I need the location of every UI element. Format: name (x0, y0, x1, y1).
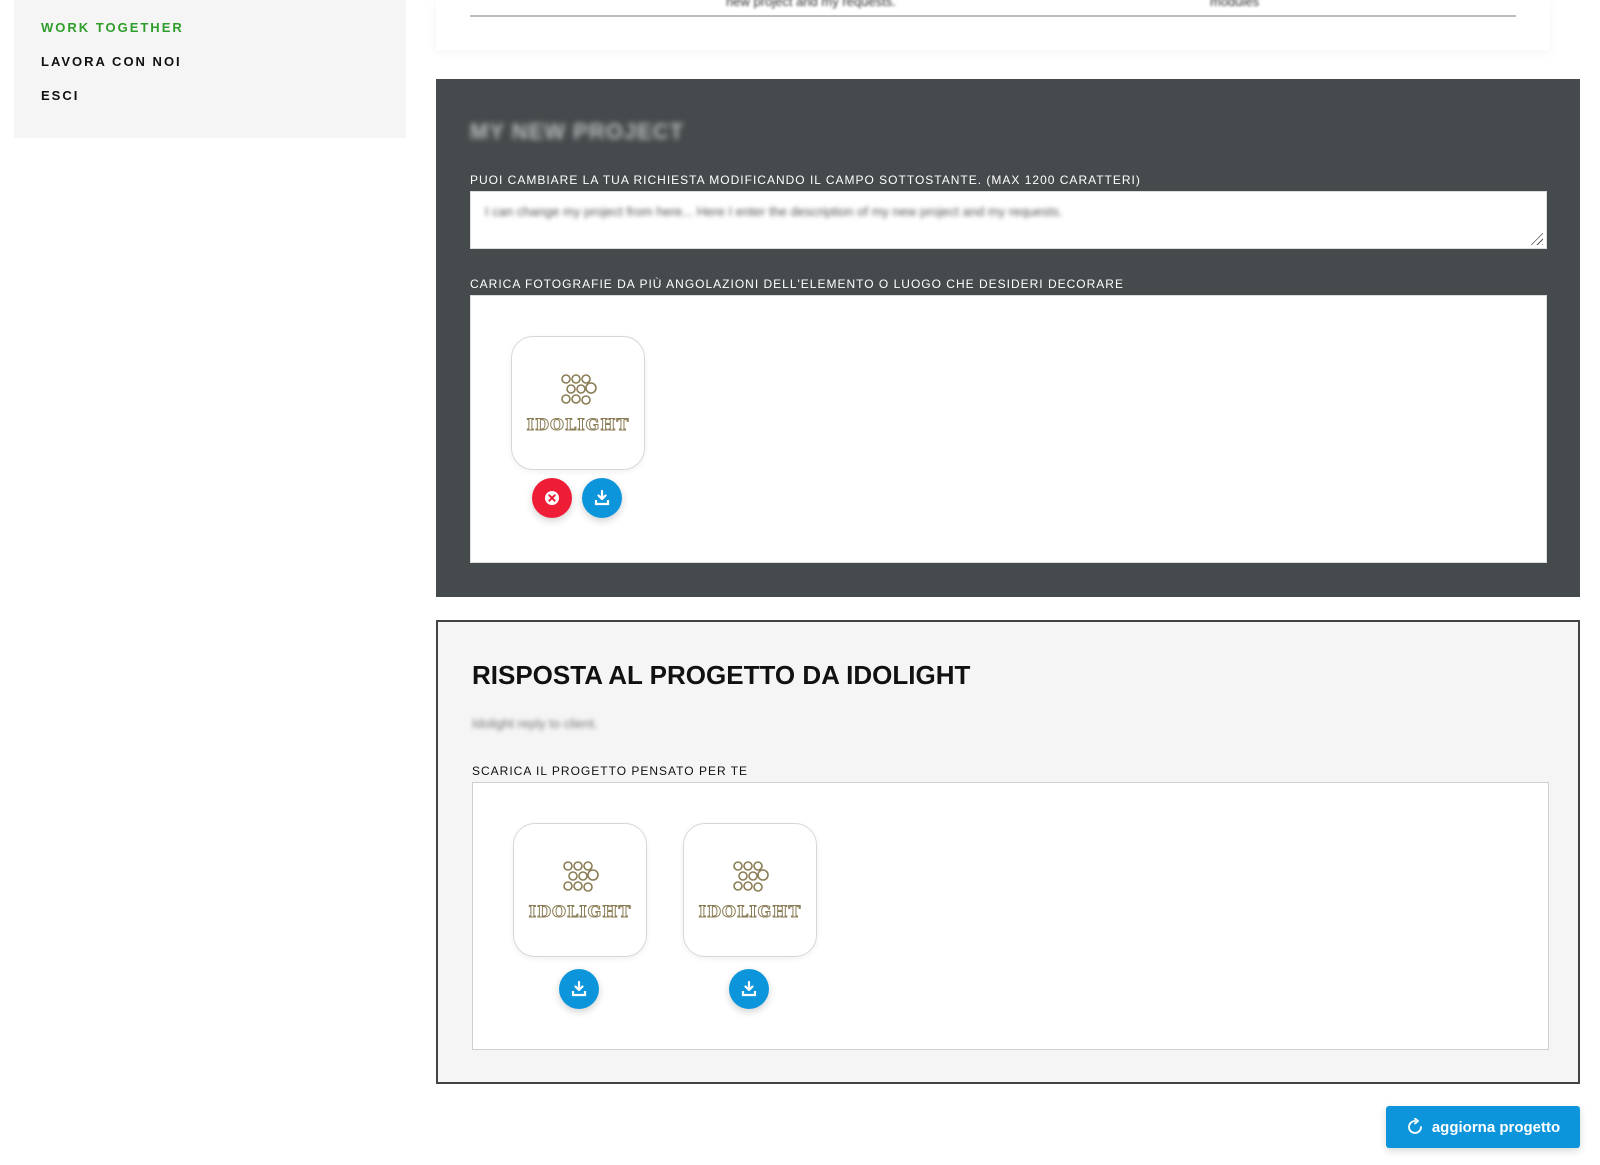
file-thumbnail[interactable]: IDOLIGHT (683, 823, 817, 957)
download-file-button[interactable] (559, 969, 599, 1009)
page: WORK TOGETHER LAVORA CON NOI ESCI new pr… (0, 0, 1600, 1165)
project-title: MY NEW PROJECT (470, 119, 685, 144)
delete-photo-button[interactable] (532, 478, 572, 518)
idolight-logo (563, 861, 599, 892)
idolight-logo (561, 374, 597, 405)
sidebar-item-work-together[interactable]: WORK TOGETHER (41, 18, 406, 52)
table-row: new project and my requests. modules (470, 0, 1516, 17)
update-project-button[interactable]: aggiorna progetto (1386, 1106, 1580, 1148)
description-value: I can change my project from here... Her… (485, 204, 1063, 219)
logo-text: IDOLIGHT (698, 902, 802, 922)
download-icon (741, 981, 757, 997)
update-project-label: aggiorna progetto (1431, 1118, 1561, 1136)
project-files-area: IDOLIGHT IDOLIGHT (472, 782, 1549, 1050)
table-cell-status: modules (1210, 0, 1260, 9)
project-edit-panel: MY NEW PROJECT PUOI CAMBIARE LA TUA RICH… (436, 79, 1580, 597)
resize-handle[interactable] (1529, 231, 1543, 245)
sidebar: WORK TOGETHER LAVORA CON NOI ESCI (14, 0, 406, 138)
sidebar-item-lavora-con-noi[interactable]: LAVORA CON NOI (41, 52, 406, 86)
response-title: RISPOSTA AL PROGETTO DA IDOLIGHT (472, 660, 971, 690)
close-circle-icon (545, 491, 559, 505)
download-file-button[interactable] (729, 969, 769, 1009)
download-photo-button[interactable] (582, 478, 622, 518)
description-label: PUOI CAMBIARE LA TUA RICHIESTA MODIFICAN… (470, 173, 1141, 187)
download-label: SCARICA IL PROGETTO PENSATO PER TE (472, 764, 749, 778)
file-thumbnail[interactable]: IDOLIGHT (513, 823, 647, 957)
download-icon (571, 981, 587, 997)
photos-label: CARICA FOTOGRAFIE DA PIÙ ANGOLAZIONI DEL… (470, 277, 1124, 291)
table-cell-description: new project and my requests. (726, 0, 896, 9)
photo-thumbnail[interactable]: IDOLIGHT (511, 336, 645, 470)
idolight-logo (733, 861, 769, 892)
response-text: Idolight reply to client. (472, 716, 598, 731)
logo-text: IDOLIGHT (526, 415, 630, 435)
projects-table-card: new project and my requests. modules (436, 0, 1550, 50)
logo-text: IDOLIGHT (528, 902, 632, 922)
refresh-icon (1407, 1118, 1422, 1134)
photo-upload-area[interactable]: IDOLIGHT (470, 295, 1547, 563)
description-textarea[interactable]: I can change my project from here... Her… (470, 191, 1547, 249)
download-icon (594, 490, 610, 506)
sidebar-item-esci[interactable]: ESCI (41, 86, 406, 120)
response-panel: RISPOSTA AL PROGETTO DA IDOLIGHT Idoligh… (436, 620, 1580, 1084)
